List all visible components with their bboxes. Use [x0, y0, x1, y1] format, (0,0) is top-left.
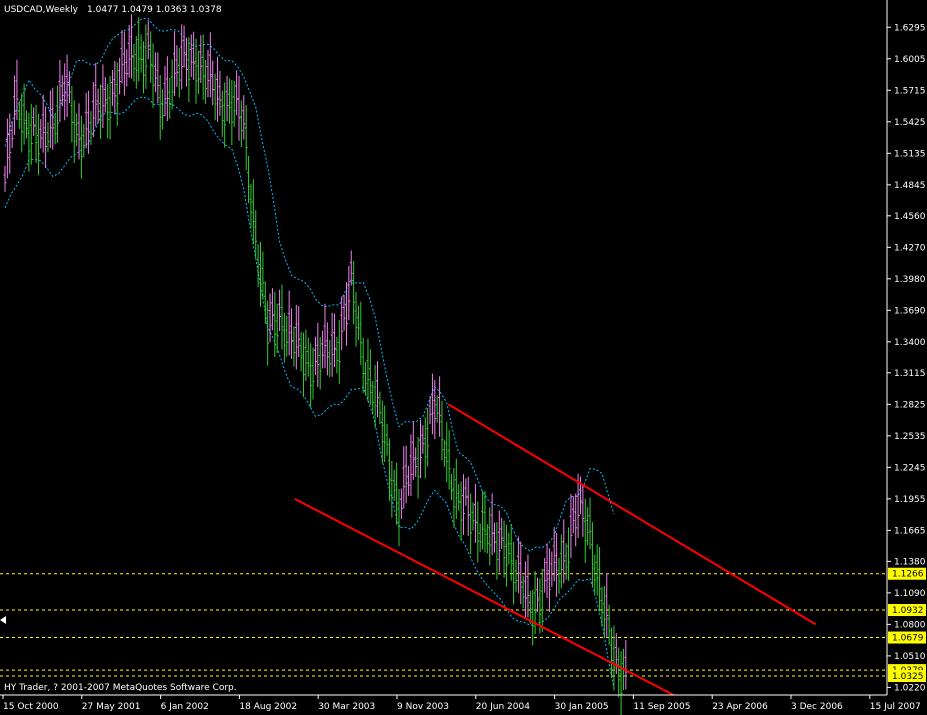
y-tick-label: 1.2245 — [894, 463, 926, 473]
y-tick-label: 1.3400 — [894, 338, 926, 348]
y-tick-label: 1.5425 — [894, 118, 926, 128]
y-tick-label: 1.1380 — [894, 557, 926, 567]
price-chart: 1.6295 1.6005 1.5715 1.5425 1.5135 1.4845 1.45… — [0, 0, 927, 715]
y-tick-label: 1.6005 — [894, 55, 926, 65]
x-tick-label: 15 Jul 2007 — [870, 702, 921, 712]
x-tick-label: 3 Dec 2006 — [791, 702, 843, 712]
price-tag-label: 1.1266 — [892, 570, 924, 580]
x-tick-label: 18 Aug 2002 — [239, 702, 297, 712]
x-tick-label: 30 Jan 2005 — [555, 702, 609, 712]
y-tick-label: 1.2825 — [894, 400, 926, 410]
price-tag-label: 1.0932 — [892, 606, 924, 616]
y-tick-label: 1.2535 — [894, 432, 926, 442]
x-tick-label: 9 Nov 2003 — [397, 702, 449, 712]
x-tick-label: 23 Apr 2006 — [712, 702, 768, 712]
y-tick-label: 1.4270 — [894, 243, 926, 253]
y-tick-label: 1.0800 — [894, 620, 926, 630]
y-tick-label: 1.5715 — [894, 86, 926, 96]
price-tag-label: 1.0679 — [892, 634, 924, 644]
x-tick-label: 20 Jun 2004 — [476, 702, 530, 712]
y-tick-label: 1.4560 — [894, 212, 926, 222]
y-tick-label: 1.3115 — [894, 369, 926, 379]
y-tick-label: 1.6295 — [894, 23, 926, 33]
x-tick-label: 30 Mar 2003 — [318, 702, 375, 712]
x-tick-label: 27 May 2001 — [82, 702, 141, 712]
x-tick-label: 15 Oct 2000 — [3, 702, 59, 712]
y-tick-label: 1.1665 — [894, 526, 926, 536]
y-tick-label: 1.4845 — [894, 181, 926, 191]
chart-ohlc-readout: 1.0477 1.0479 1.0363 1.0378 — [87, 5, 222, 15]
x-tick-label: 6 Jan 2002 — [161, 702, 209, 712]
chart-symbol-label: USDCAD,Weekly — [4, 5, 79, 15]
copyright-label: HY Trader, ? 2001-2007 MetaQuotes Softwa… — [4, 683, 237, 693]
x-tick-label: 11 Sep 2005 — [633, 702, 690, 712]
y-tick-label: 1.1090 — [894, 589, 926, 599]
y-tick-label: 1.3690 — [894, 306, 926, 316]
y-tick-label: 1.0220 — [894, 683, 926, 693]
y-tick-label: 1.1955 — [894, 495, 926, 505]
y-tick-label: 1.0510 — [894, 652, 926, 662]
y-tick-label: 1.3980 — [894, 275, 926, 285]
price-tag-label: 1.0325 — [892, 672, 924, 682]
y-tick-label: 1.5135 — [894, 149, 926, 159]
